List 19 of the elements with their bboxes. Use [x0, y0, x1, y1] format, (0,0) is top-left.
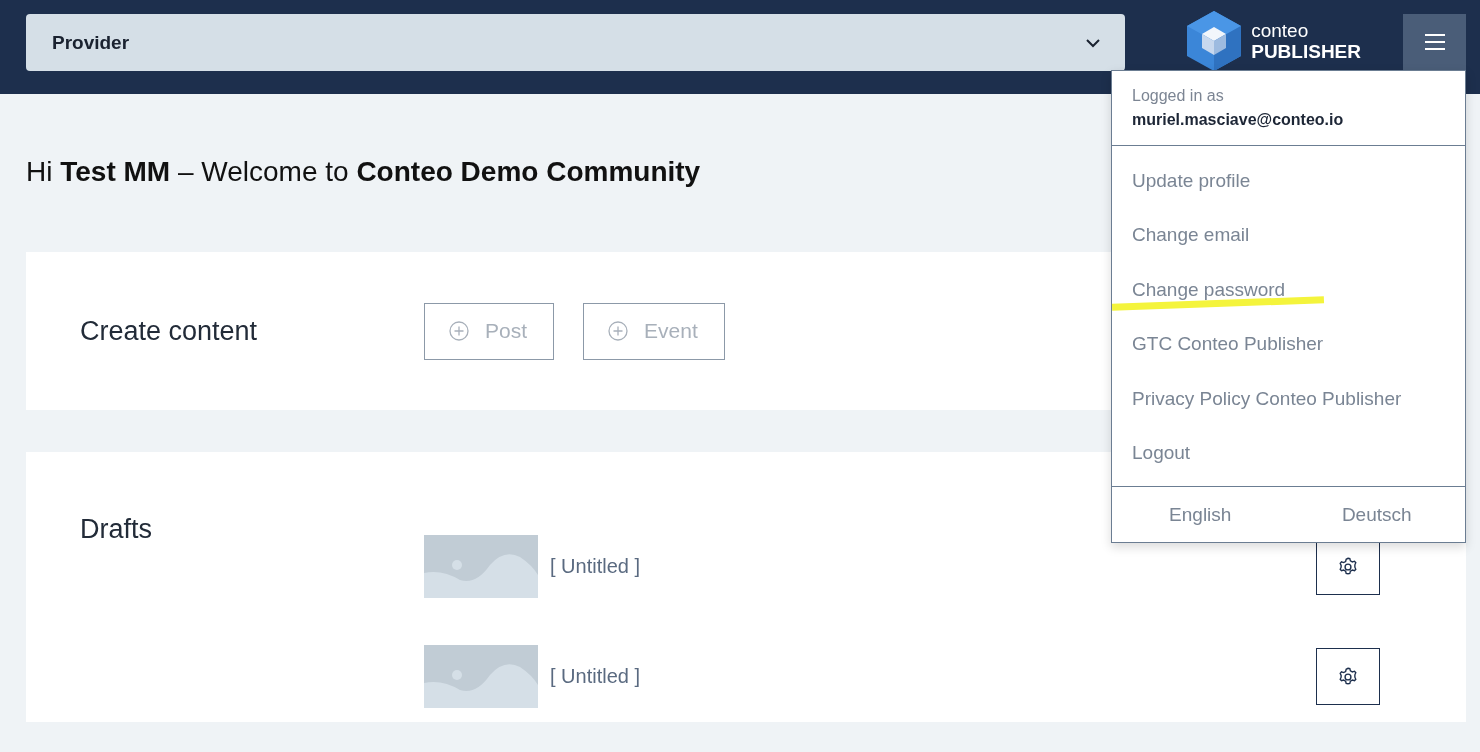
logged-in-label: Logged in as	[1132, 87, 1225, 105]
draft-title[interactable]: [ Untitled ]	[550, 665, 1316, 688]
menu-item[interactable]: Change email	[1112, 208, 1465, 263]
welcome-heading: Hi Test MM – Welcome to Conteo Demo Community	[26, 156, 701, 188]
provider-select[interactable]: Provider	[26, 14, 1126, 71]
user-email: muriel.masciave@conteo.io	[1132, 111, 1345, 129]
menu-item[interactable]: Change password	[1112, 262, 1465, 318]
menu-item[interactable]: GTC Conteo Publisher	[1112, 317, 1465, 372]
draft-title[interactable]: [ Untitled ]	[550, 555, 1316, 578]
create-button[interactable]: Post	[424, 302, 555, 360]
language-link[interactable]: English	[1112, 503, 1289, 526]
language-link[interactable]: Deutsch	[1288, 503, 1465, 526]
logo-text: conteo PUBLISHER	[1251, 21, 1361, 61]
card-title: Create content	[80, 315, 259, 347]
menu-item[interactable]: Update profile	[1112, 154, 1465, 209]
menu-item[interactable]: Logout	[1112, 425, 1465, 481]
create-button[interactable]: Event	[583, 302, 725, 360]
card-title: Drafts	[80, 513, 153, 546]
menu-item[interactable]: Privacy Policy Conteo Publisher	[1112, 371, 1465, 426]
